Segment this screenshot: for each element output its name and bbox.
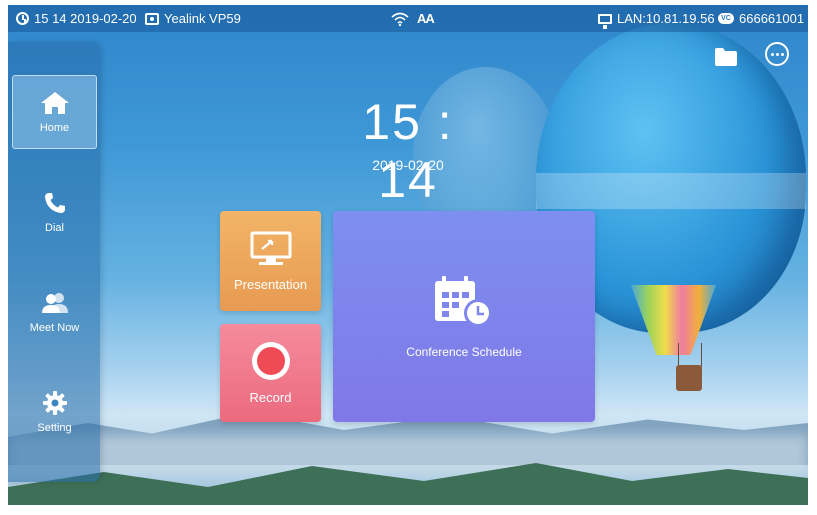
- status-time: 15 14 2019-02-20: [16, 5, 137, 32]
- conference-schedule-tile[interactable]: Conference Schedule: [333, 211, 595, 422]
- wifi-icon: [391, 12, 409, 26]
- record-tile[interactable]: Record: [220, 324, 321, 422]
- device-icon: [145, 12, 159, 25]
- vc-icon: VC: [718, 13, 734, 24]
- record-icon: [251, 341, 290, 380]
- sidebar-item-home[interactable]: Home: [12, 75, 97, 149]
- screen: 15 14 2019-02-20 Yealink VP59 AA LAN:10.…: [8, 5, 808, 505]
- background-mist: [8, 435, 808, 475]
- folder-icon: [715, 48, 737, 66]
- status-time-text: 15 14 2019-02-20: [34, 11, 137, 26]
- balloon-basket: [676, 365, 702, 391]
- more-dot-icon: [770, 52, 774, 56]
- status-lan: LAN:10.81.19.56: [598, 5, 715, 32]
- sidebar-item-setting[interactable]: Setting: [12, 375, 97, 449]
- calendar-clock-icon: [435, 275, 492, 327]
- folder-button[interactable]: [714, 47, 738, 67]
- sidebar-item-label: Meet Now: [29, 322, 80, 334]
- gear-icon: [40, 390, 70, 416]
- phone-icon: [40, 190, 70, 216]
- status-vc: VC 666661001: [718, 5, 804, 32]
- vc-number: 666661001: [739, 11, 805, 26]
- presentation-tile[interactable]: Presentation: [220, 211, 321, 311]
- presentation-label: Presentation: [234, 276, 307, 292]
- conference-schedule-label: Conference Schedule: [406, 344, 522, 359]
- main-date: 2019-02-20: [372, 157, 444, 173]
- sidebar-item-dial[interactable]: Dial: [12, 175, 97, 249]
- clock-icon: [16, 12, 29, 25]
- home-icon: [40, 90, 70, 116]
- record-label: Record: [249, 389, 292, 405]
- more-options-button[interactable]: [765, 42, 789, 66]
- lan-icon: [598, 13, 612, 29]
- lan-address: LAN:10.81.19.56: [617, 11, 715, 26]
- sidebar-item-label: Dial: [45, 222, 64, 234]
- font-size-icon: AA: [417, 11, 435, 26]
- sidebar-item-label: Home: [39, 122, 70, 134]
- status-device: Yealink VP59: [145, 5, 241, 32]
- sidebar: Home Dial Meet Now Setting: [8, 42, 100, 482]
- main-clock: 15 : 14: [362, 94, 454, 208]
- sidebar-item-label: Setting: [37, 422, 72, 434]
- sidebar-item-meet-now[interactable]: Meet Now: [12, 275, 97, 349]
- people-icon: [40, 290, 70, 316]
- more-dot-icon: [780, 52, 784, 56]
- status-center-icons: AA: [391, 5, 435, 32]
- device-name: Yealink VP59: [164, 11, 241, 26]
- presentation-icon: [250, 231, 291, 265]
- more-dot-icon: [775, 52, 779, 56]
- status-bar: 15 14 2019-02-20 Yealink VP59 AA LAN:10.…: [8, 5, 808, 32]
- balloon-ropes: [678, 343, 702, 367]
